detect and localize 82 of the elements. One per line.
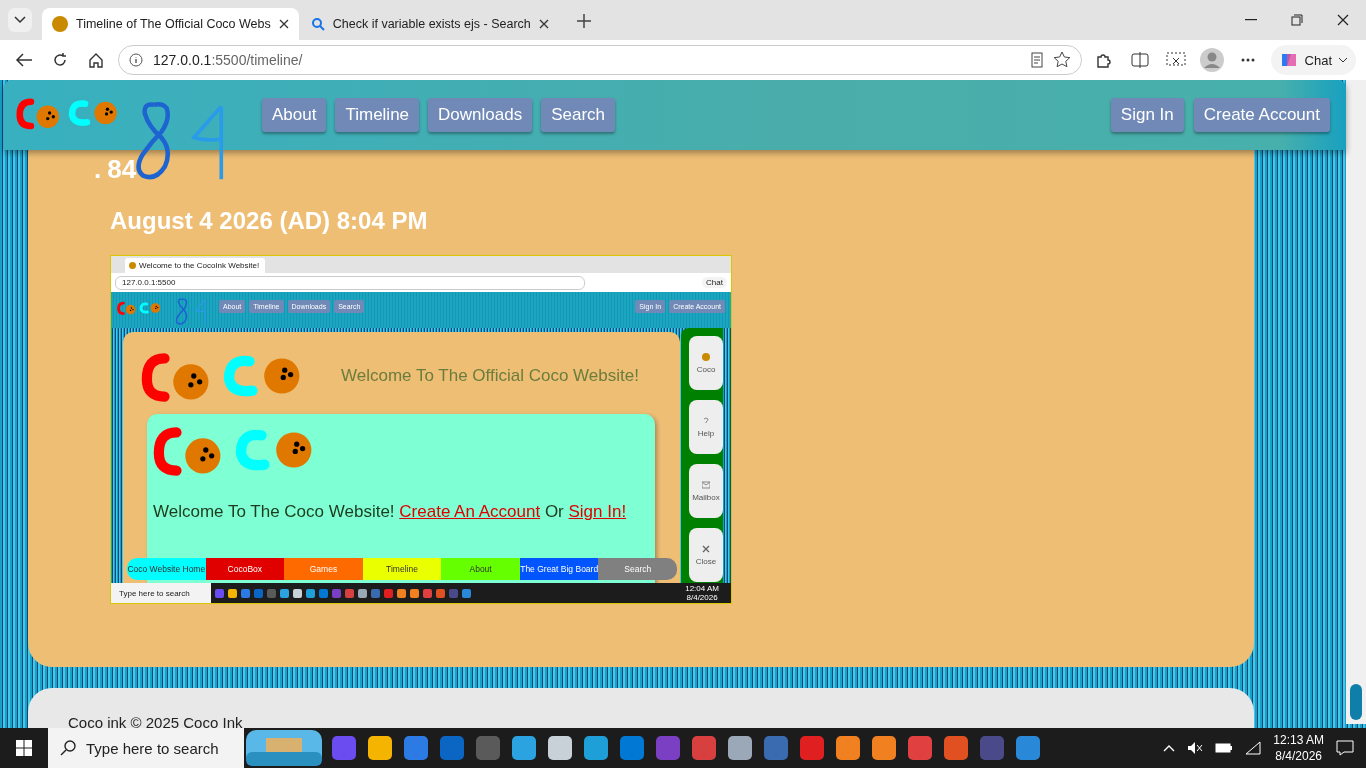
home-icon[interactable] bbox=[88, 52, 104, 68]
side-button[interactable]: Coco bbox=[689, 336, 723, 390]
nav-tab[interactable]: Timeline bbox=[362, 558, 442, 580]
nav-button[interactable]: About bbox=[262, 98, 327, 132]
coconut-icon bbox=[52, 16, 68, 32]
chevron-down-icon bbox=[1338, 57, 1348, 63]
minimize-icon[interactable] bbox=[1245, 19, 1257, 21]
address-bar: 127.0.0.1:5500 bbox=[115, 275, 585, 290]
url-text: 127.0.0.1:5500/timeline/ bbox=[153, 52, 303, 68]
nav-button[interactable]: Search bbox=[541, 98, 616, 132]
envelope-icon bbox=[702, 480, 710, 489]
taskbar-search-field[interactable]: Type here to search bbox=[48, 728, 244, 768]
wifi-icon[interactable] bbox=[1245, 741, 1262, 755]
nav-button[interactable]: Downloads bbox=[428, 98, 533, 132]
chevron-down-icon bbox=[14, 16, 26, 24]
side-button[interactable]: Close bbox=[689, 528, 723, 582]
taskbar-clock: 12:04 AM 8/4/2026 bbox=[685, 584, 719, 602]
close-icon[interactable] bbox=[1337, 14, 1349, 26]
nav-button[interactable]: Timeline bbox=[335, 98, 420, 132]
tab-title: Welcome to the CocoInk Website! bbox=[139, 261, 260, 270]
chat-button[interactable]: Chat bbox=[1270, 45, 1356, 75]
app-icon[interactable] bbox=[872, 736, 896, 760]
entry-number: 84 bbox=[107, 154, 137, 185]
close-icon[interactable] bbox=[278, 19, 289, 29]
nav-tab[interactable]: The Great Big Board bbox=[519, 558, 599, 580]
app-icon[interactable] bbox=[584, 736, 608, 760]
back-icon[interactable] bbox=[15, 53, 33, 67]
split-screen-icon[interactable] bbox=[1131, 52, 1149, 68]
nav-tab[interactable]: CocoBox bbox=[205, 558, 285, 580]
search-icon bbox=[60, 740, 76, 756]
landscape-icon[interactable] bbox=[246, 730, 322, 766]
avatar-icon[interactable] bbox=[1200, 48, 1224, 72]
nav-tab[interactable]: About bbox=[441, 558, 520, 580]
app-icon[interactable] bbox=[728, 736, 752, 760]
app-icon[interactable] bbox=[908, 736, 932, 760]
side-button[interactable]: Mailbox bbox=[689, 464, 723, 518]
scrollbar[interactable] bbox=[1346, 80, 1366, 724]
taskbar-clock[interactable]: 12:13 AM 8/4/2026 bbox=[1273, 732, 1324, 764]
app-icon[interactable] bbox=[512, 736, 536, 760]
app-icon[interactable] bbox=[1016, 736, 1040, 760]
nav-tab[interactable]: Coco Website Home bbox=[127, 558, 206, 580]
welcome-heading: Welcome To The Official Coco Website! bbox=[341, 366, 639, 386]
battery-icon[interactable] bbox=[1215, 742, 1234, 754]
close-icon bbox=[702, 544, 710, 553]
app-icon[interactable] bbox=[368, 736, 392, 760]
reader-icon[interactable] bbox=[1031, 52, 1043, 68]
app-icon[interactable] bbox=[944, 736, 968, 760]
chevron-up-icon[interactable] bbox=[1163, 744, 1176, 752]
nav-tab[interactable]: Search bbox=[598, 558, 677, 580]
coconut-icon bbox=[129, 262, 136, 269]
account-button[interactable]: Sign In bbox=[1110, 98, 1184, 132]
windows-icon[interactable] bbox=[16, 740, 32, 756]
account-button[interactable]: Create Account bbox=[1193, 98, 1330, 132]
close-icon[interactable] bbox=[538, 19, 549, 29]
welcome-message: Welcome To The Coco Website! Create An Account Or Sign In! bbox=[153, 502, 628, 522]
browser-tab[interactable]: Timeline of The Official Coco Webs bbox=[42, 8, 299, 40]
speaker-muted-icon[interactable] bbox=[1187, 741, 1204, 755]
info-icon bbox=[129, 53, 143, 67]
app-icon[interactable] bbox=[548, 736, 572, 760]
tab-title: Check if variable exists ejs - Search bbox=[332, 17, 531, 31]
app-icon[interactable] bbox=[836, 736, 860, 760]
list-marker: . bbox=[94, 154, 102, 185]
copyright-text: Coco ink © 2025 Coco Ink bbox=[68, 714, 243, 728]
notification-icon[interactable] bbox=[1336, 740, 1354, 756]
tab-list-button[interactable] bbox=[8, 8, 32, 32]
entry-date: August 4 2026 (AD) 8:04 PM bbox=[110, 207, 429, 235]
puzzle-icon[interactable] bbox=[1095, 51, 1113, 69]
nav-tab[interactable]: Games bbox=[284, 558, 363, 580]
browser-tab[interactable]: Check if variable exists ejs - Search bbox=[300, 8, 559, 40]
star-icon[interactable] bbox=[1053, 51, 1071, 69]
restore-icon[interactable] bbox=[1291, 14, 1303, 26]
app-icon[interactable] bbox=[692, 736, 716, 760]
new-tab-icon[interactable] bbox=[575, 13, 592, 29]
screenshot-icon[interactable] bbox=[1166, 52, 1186, 68]
app-icon[interactable] bbox=[404, 736, 428, 760]
more-icon[interactable] bbox=[1241, 58, 1255, 62]
coconut-icon bbox=[702, 352, 710, 361]
tab-title: Timeline of The Official Coco Webs bbox=[76, 17, 271, 31]
side-button[interactable]: Help bbox=[689, 400, 723, 454]
question-icon bbox=[702, 416, 710, 425]
search-icon bbox=[310, 17, 325, 31]
refresh-icon[interactable] bbox=[52, 52, 68, 68]
